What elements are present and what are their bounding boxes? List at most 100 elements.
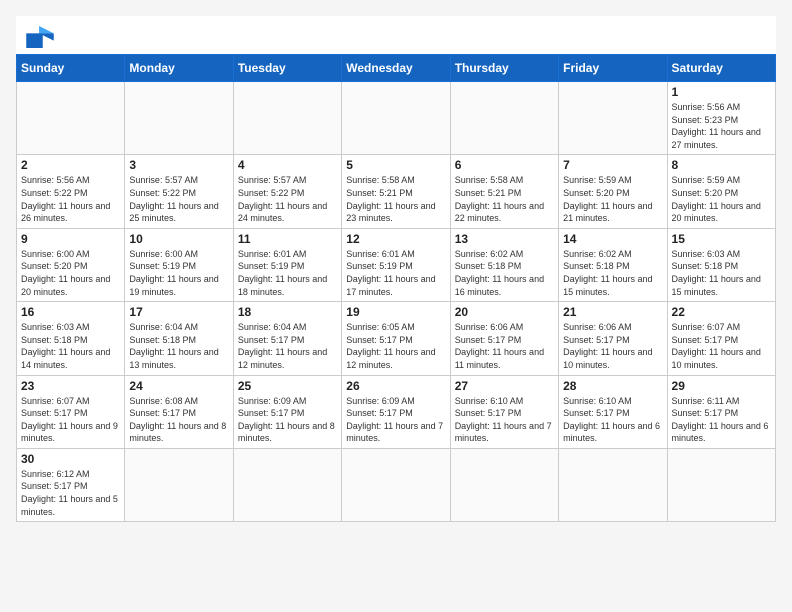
calendar-cell: 19Sunrise: 6:05 AMSunset: 5:17 PMDayligh… xyxy=(342,302,450,375)
calendar-cell: 3Sunrise: 5:57 AMSunset: 5:22 PMDaylight… xyxy=(125,155,233,228)
cell-info: Sunset: 5:20 PM xyxy=(672,187,771,200)
calendar-cell: 7Sunrise: 5:59 AMSunset: 5:20 PMDaylight… xyxy=(559,155,667,228)
week-row-5: 23Sunrise: 6:07 AMSunset: 5:17 PMDayligh… xyxy=(17,375,776,448)
cell-info: Sunrise: 6:03 AM xyxy=(672,248,771,261)
cell-info: Daylight: 11 hours and 11 minutes. xyxy=(455,346,554,371)
calendar-table: SundayMondayTuesdayWednesdayThursdayFrid… xyxy=(16,54,776,522)
calendar-cell: 25Sunrise: 6:09 AMSunset: 5:17 PMDayligh… xyxy=(233,375,341,448)
calendar-cell: 11Sunrise: 6:01 AMSunset: 5:19 PMDayligh… xyxy=(233,228,341,301)
calendar-cell xyxy=(125,448,233,521)
cell-info: Daylight: 11 hours and 25 minutes. xyxy=(129,200,228,225)
calendar-cell: 14Sunrise: 6:02 AMSunset: 5:18 PMDayligh… xyxy=(559,228,667,301)
week-row-6: 30Sunrise: 6:12 AMSunset: 5:17 PMDayligh… xyxy=(17,448,776,521)
calendar-cell xyxy=(17,82,125,155)
day-number: 12 xyxy=(346,232,445,246)
cell-info: Daylight: 11 hours and 13 minutes. xyxy=(129,346,228,371)
cell-info: Sunset: 5:17 PM xyxy=(346,407,445,420)
cell-info: Sunrise: 6:04 AM xyxy=(129,321,228,334)
cell-info: Sunrise: 5:56 AM xyxy=(672,101,771,114)
cell-info: Sunrise: 6:09 AM xyxy=(346,395,445,408)
calendar-cell: 20Sunrise: 6:06 AMSunset: 5:17 PMDayligh… xyxy=(450,302,558,375)
calendar-cell xyxy=(559,448,667,521)
day-number: 7 xyxy=(563,158,662,172)
day-number: 27 xyxy=(455,379,554,393)
cell-info: Sunset: 5:17 PM xyxy=(455,334,554,347)
calendar-page: SundayMondayTuesdayWednesdayThursdayFrid… xyxy=(16,16,776,522)
calendar-cell xyxy=(450,82,558,155)
calendar-cell: 12Sunrise: 6:01 AMSunset: 5:19 PMDayligh… xyxy=(342,228,450,301)
cell-info: Daylight: 11 hours and 27 minutes. xyxy=(672,126,771,151)
calendar-cell: 15Sunrise: 6:03 AMSunset: 5:18 PMDayligh… xyxy=(667,228,775,301)
cell-info: Sunset: 5:17 PM xyxy=(21,480,120,493)
cell-info: Sunset: 5:18 PM xyxy=(21,334,120,347)
cell-info: Daylight: 11 hours and 12 minutes. xyxy=(238,346,337,371)
cell-info: Sunrise: 5:56 AM xyxy=(21,174,120,187)
cell-info: Daylight: 11 hours and 14 minutes. xyxy=(21,346,120,371)
cell-info: Sunset: 5:17 PM xyxy=(563,407,662,420)
cell-info: Daylight: 11 hours and 22 minutes. xyxy=(455,200,554,225)
calendar-cell: 26Sunrise: 6:09 AMSunset: 5:17 PMDayligh… xyxy=(342,375,450,448)
calendar-cell xyxy=(233,82,341,155)
weekday-header-sunday: Sunday xyxy=(17,55,125,82)
cell-info: Sunrise: 6:02 AM xyxy=(563,248,662,261)
calendar-cell: 2Sunrise: 5:56 AMSunset: 5:22 PMDaylight… xyxy=(17,155,125,228)
cell-info: Sunset: 5:17 PM xyxy=(672,407,771,420)
day-number: 13 xyxy=(455,232,554,246)
cell-info: Daylight: 11 hours and 5 minutes. xyxy=(21,493,120,518)
calendar-cell: 29Sunrise: 6:11 AMSunset: 5:17 PMDayligh… xyxy=(667,375,775,448)
cell-info: Sunrise: 5:58 AM xyxy=(346,174,445,187)
cell-info: Sunset: 5:21 PM xyxy=(455,187,554,200)
cell-info: Sunset: 5:22 PM xyxy=(21,187,120,200)
day-number: 11 xyxy=(238,232,337,246)
cell-info: Sunset: 5:20 PM xyxy=(563,187,662,200)
cell-info: Sunrise: 6:10 AM xyxy=(455,395,554,408)
cell-info: Sunset: 5:17 PM xyxy=(238,407,337,420)
calendar-cell: 17Sunrise: 6:04 AMSunset: 5:18 PMDayligh… xyxy=(125,302,233,375)
day-number: 24 xyxy=(129,379,228,393)
week-row-4: 16Sunrise: 6:03 AMSunset: 5:18 PMDayligh… xyxy=(17,302,776,375)
cell-info: Sunset: 5:21 PM xyxy=(346,187,445,200)
calendar-cell xyxy=(450,448,558,521)
calendar-cell: 5Sunrise: 5:58 AMSunset: 5:21 PMDaylight… xyxy=(342,155,450,228)
weekday-header-wednesday: Wednesday xyxy=(342,55,450,82)
cell-info: Sunrise: 6:05 AM xyxy=(346,321,445,334)
calendar-cell: 4Sunrise: 5:57 AMSunset: 5:22 PMDaylight… xyxy=(233,155,341,228)
day-number: 25 xyxy=(238,379,337,393)
day-number: 4 xyxy=(238,158,337,172)
day-number: 10 xyxy=(129,232,228,246)
calendar-cell xyxy=(125,82,233,155)
cell-info: Sunset: 5:23 PM xyxy=(672,114,771,127)
calendar-cell: 16Sunrise: 6:03 AMSunset: 5:18 PMDayligh… xyxy=(17,302,125,375)
cell-info: Sunrise: 6:09 AM xyxy=(238,395,337,408)
week-row-1: 1 Sunrise: 5:56 AMSunset: 5:23 PMDaylight… xyxy=(17,82,776,155)
cell-info: Sunrise: 5:57 AM xyxy=(238,174,337,187)
weekday-header-tuesday: Tuesday xyxy=(233,55,341,82)
cell-info: Sunrise: 6:01 AM xyxy=(238,248,337,261)
day-number: 1 xyxy=(672,85,771,99)
cell-info: Sunset: 5:22 PM xyxy=(238,187,337,200)
header xyxy=(16,16,776,54)
week-row-3: 9Sunrise: 6:00 AMSunset: 5:20 PMDaylight… xyxy=(17,228,776,301)
cell-info: Sunset: 5:22 PM xyxy=(129,187,228,200)
cell-info: Sunrise: 6:00 AM xyxy=(21,248,120,261)
cell-info: Sunset: 5:17 PM xyxy=(563,334,662,347)
day-number: 3 xyxy=(129,158,228,172)
cell-info: Sunrise: 6:12 AM xyxy=(21,468,120,481)
cell-info: Daylight: 11 hours and 10 minutes. xyxy=(563,346,662,371)
cell-info: Sunset: 5:20 PM xyxy=(21,260,120,273)
cell-info: Sunrise: 6:11 AM xyxy=(672,395,771,408)
weekday-header-saturday: Saturday xyxy=(667,55,775,82)
cell-info: Daylight: 11 hours and 7 minutes. xyxy=(346,420,445,445)
calendar-cell: 6Sunrise: 5:58 AMSunset: 5:21 PMDaylight… xyxy=(450,155,558,228)
cell-info: Sunset: 5:19 PM xyxy=(129,260,228,273)
calendar-cell: 23Sunrise: 6:07 AMSunset: 5:17 PMDayligh… xyxy=(17,375,125,448)
cell-info: Sunset: 5:17 PM xyxy=(672,334,771,347)
cell-info: Sunset: 5:19 PM xyxy=(238,260,337,273)
cell-info: Sunrise: 6:07 AM xyxy=(21,395,120,408)
weekday-header-row: SundayMondayTuesdayWednesdayThursdayFrid… xyxy=(17,55,776,82)
cell-info: Sunset: 5:17 PM xyxy=(346,334,445,347)
calendar-cell: 8Sunrise: 5:59 AMSunset: 5:20 PMDaylight… xyxy=(667,155,775,228)
cell-info: Daylight: 11 hours and 19 minutes. xyxy=(129,273,228,298)
day-number: 18 xyxy=(238,305,337,319)
cell-info: Daylight: 11 hours and 15 minutes. xyxy=(672,273,771,298)
